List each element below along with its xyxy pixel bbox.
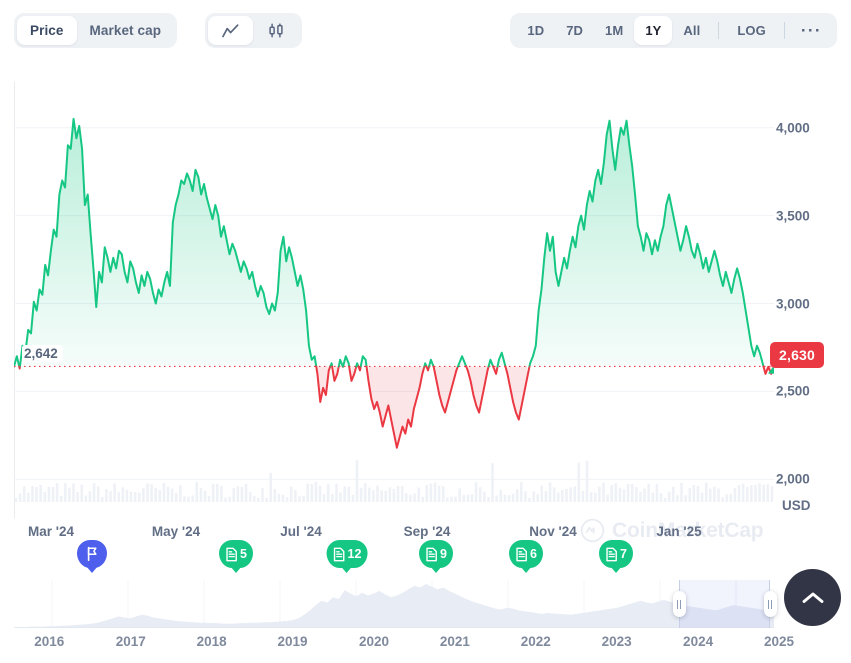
document-pin-icon[interactable]: 9 [419,540,453,568]
toolbar-divider [783,22,785,39]
chart-toolbar: Price Market cap 1D 7D 1M 1Y All LOG ··· [0,0,851,60]
area-fill-down [19,366,774,448]
navigator-year-tick: 2021 [439,634,470,649]
navigator-year-labels: 2016 2017 2018 2019 2020 2021 2022 2023 2024 2025 [0,634,851,654]
volume-bars [14,460,774,502]
document-pin-icon[interactable]: 7 [599,540,633,568]
range-all[interactable]: All [672,16,711,45]
range-7d[interactable]: 7D [555,16,594,45]
event-count: 5 [240,547,247,561]
navigator-year-tick: 2023 [601,634,632,649]
navigator-year-tick: 2017 [115,634,146,649]
range-1d[interactable]: 1D [516,16,555,45]
x-axis-tick: Jul '24 [280,524,322,539]
chart-type-group [205,13,302,48]
price-chart-plot[interactable]: CoinMarketCap [14,82,774,543]
document-pin-icon[interactable]: 12 [326,540,368,568]
navigator-handle-left[interactable] [672,591,686,617]
document-pin-icon[interactable]: 6 [509,540,543,568]
x-axis-tick: Sep '24 [403,524,451,539]
navigator-overview-chart [14,580,774,628]
flag-pin-icon[interactable] [77,540,107,568]
navigator-selection-window[interactable] [679,580,771,628]
log-scale-toggle[interactable]: LOG [726,16,776,45]
x-axis-tick: May '24 [151,524,201,539]
y-axis-tick: 3,500 [776,208,810,224]
event-markers: 5 12 9 6 7 [0,540,851,574]
document-pin-icon[interactable]: 5 [219,540,253,568]
y-axis-tick: 4,000 [776,120,810,136]
navigator-baseline [14,627,774,628]
navigator-handle-right[interactable] [763,591,777,617]
candlestick-chart-icon[interactable] [253,16,299,45]
line-chart-icon[interactable] [208,16,253,45]
scroll-to-top-button[interactable] [784,569,841,626]
x-axis-tick: Mar '24 [28,524,74,539]
range-1y[interactable]: 1Y [634,16,673,45]
y-axis-tick: 3,000 [776,296,810,312]
currency-label: USD [782,498,811,513]
metric-toggle-group: Price Market cap [14,13,178,48]
navigator-year-tick: 2020 [358,634,389,649]
current-price-badge: 2,630 [770,342,825,368]
event-count: 6 [530,547,537,561]
navigator-year-tick: 2022 [520,634,551,649]
range-selector-group: 1D 7D 1M 1Y All LOG ··· [510,13,837,48]
price-chart-widget: Price Market cap 1D 7D 1M 1Y All LOG ···… [0,0,851,663]
x-axis-tick: Nov '24 [529,524,577,539]
baseline-price-label: 2,642 [22,345,63,362]
navigator-year-tick: 2018 [196,634,227,649]
tab-price[interactable]: Price [17,16,77,45]
event-count: 12 [347,547,362,561]
navigator-year-tick: 2024 [683,634,714,649]
tab-market-cap[interactable]: Market cap [77,16,175,45]
price-series-svg [14,117,774,502]
toolbar-divider [718,22,720,39]
event-count: 9 [440,547,447,561]
navigator-year-tick: 2019 [277,634,308,649]
range-1m[interactable]: 1M [594,16,634,45]
y-axis-tick: 2,000 [776,471,810,487]
x-axis-tick: Jan '25 [656,524,702,539]
event-count: 7 [620,547,627,561]
range-navigator[interactable] [14,580,777,628]
y-axis-labels: 4,000 3,500 3,000 2,500 2,000 [776,82,851,518]
chevron-up-icon [802,592,823,603]
y-axis-tick: 2,500 [776,383,810,399]
navigator-year-tick: 2016 [34,634,65,649]
navigator-year-tick: 2025 [763,634,794,649]
more-options-icon[interactable]: ··· [792,16,831,45]
